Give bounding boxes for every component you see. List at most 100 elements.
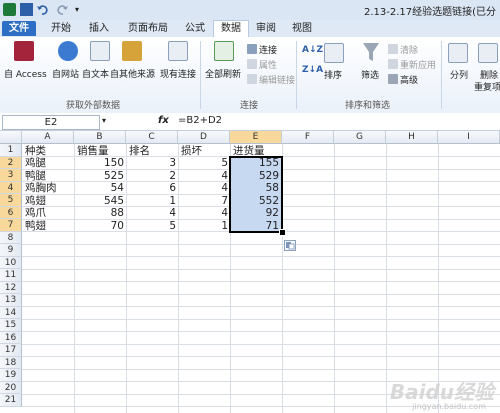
cell-b2[interactable]: 150 <box>74 157 124 169</box>
cell-d1[interactable]: 损坏 <box>181 145 202 157</box>
cell-c6[interactable]: 4 <box>126 207 176 219</box>
cell-a2[interactable]: 鸡腿 <box>25 157 46 169</box>
row-header[interactable]: 13 <box>0 294 22 307</box>
row-header[interactable]: 12 <box>0 281 22 294</box>
cell-a7[interactable]: 鸭翅 <box>25 220 46 232</box>
gridline <box>22 268 500 270</box>
title-bar: ▾ 2.13-2.17经验选题链接(已分 <box>0 0 500 21</box>
column-header-e[interactable]: E <box>230 131 282 144</box>
tab-page-layout[interactable]: 页面布局 <box>122 21 174 36</box>
auto-fill-options-icon[interactable] <box>284 240 296 251</box>
cell-d2[interactable]: 5 <box>178 157 228 169</box>
customize-toolbar-icon[interactable]: ▾ <box>75 3 88 16</box>
fill-handle[interactable] <box>279 229 286 236</box>
column-header-g[interactable]: G <box>334 131 386 144</box>
cell-a3[interactable]: 鸭腿 <box>25 170 46 182</box>
row-header[interactable]: 3 <box>0 169 22 182</box>
cell-c5[interactable]: 1 <box>126 195 176 207</box>
row-header[interactable]: 16 <box>0 331 22 344</box>
row-header[interactable]: 20 <box>0 381 22 394</box>
column-header-d[interactable]: D <box>178 131 230 144</box>
tab-review[interactable]: 审阅 <box>252 21 280 36</box>
cell-c1[interactable]: 排名 <box>129 145 150 157</box>
properties-button[interactable]: 属性 <box>259 58 277 71</box>
row-header[interactable]: 17 <box>0 344 22 357</box>
cell-d6[interactable]: 4 <box>178 207 228 219</box>
from-access-label: 自 Access <box>4 70 47 80</box>
row-header[interactable]: 21 <box>0 394 22 407</box>
row-header[interactable]: 6 <box>0 206 22 219</box>
row-header[interactable]: 10 <box>0 256 22 269</box>
tab-data[interactable]: 数据 <box>213 20 249 38</box>
access-icon <box>14 41 34 61</box>
cell-a5[interactable]: 鸡翅 <box>25 195 46 207</box>
cell-a1[interactable]: 种类 <box>25 145 46 157</box>
edit-links-button[interactable]: 编辑链接 <box>259 73 295 86</box>
cell-b3[interactable]: 525 <box>74 170 124 182</box>
sort-ascending-icon[interactable]: A↓Z <box>302 45 323 55</box>
redo-icon[interactable] <box>56 3 69 16</box>
row-header[interactable]: 4 <box>0 181 22 194</box>
reapply-button[interactable]: 重新应用 <box>400 58 436 71</box>
gridline <box>22 256 500 257</box>
column-header-a[interactable]: A <box>22 131 74 144</box>
row-header[interactable]: 8 <box>0 231 22 244</box>
row-header[interactable]: 2 <box>0 156 22 169</box>
cell-b7[interactable]: 70 <box>74 220 124 232</box>
row-header[interactable]: 18 <box>0 356 22 369</box>
cell-c2[interactable]: 3 <box>126 157 176 169</box>
row-header[interactable]: 19 <box>0 369 22 382</box>
insert-function-icon[interactable]: fx <box>158 115 169 126</box>
cell-d4[interactable]: 4 <box>178 182 228 194</box>
row-header[interactable]: 5 <box>0 194 22 207</box>
row-header[interactable]: 9 <box>0 244 22 257</box>
worksheet-grid[interactable]: A B C D E F G H I 1 2 3 4 5 6 7 8 9 10 1… <box>0 131 500 413</box>
cell-d5[interactable]: 7 <box>178 195 228 207</box>
cell-c7[interactable]: 5 <box>126 220 176 232</box>
watermark-url: jingyan.baidu.com <box>412 402 486 411</box>
column-header-i[interactable]: I <box>438 131 500 144</box>
clear-button[interactable]: 清除 <box>400 43 418 56</box>
column-header-h[interactable]: H <box>386 131 438 144</box>
existing-connections-label: 现有连接 <box>160 70 197 80</box>
row-header[interactable]: 15 <box>0 319 22 332</box>
cell-b1[interactable]: 销售量 <box>77 145 109 157</box>
remove-duplicates-label-2: 重复项 <box>474 83 500 93</box>
advanced-button[interactable]: 高级 <box>400 73 418 86</box>
column-header-f[interactable]: F <box>282 131 334 144</box>
cell-b4[interactable]: 54 <box>74 182 124 194</box>
row-header[interactable]: 7 <box>0 219 22 232</box>
column-header-c[interactable]: C <box>126 131 178 144</box>
connections-button[interactable]: 连接 <box>259 43 277 56</box>
row-header[interactable]: 14 <box>0 306 22 319</box>
cell-a4[interactable]: 鸡胸肉 <box>25 182 57 194</box>
cell-a6[interactable]: 鸡爪 <box>25 207 46 219</box>
cell-d3[interactable]: 4 <box>178 170 228 182</box>
save-icon[interactable] <box>20 3 33 16</box>
formula-input[interactable]: =B2+D2 <box>178 115 222 126</box>
gridline <box>334 144 335 413</box>
sort-descending-icon[interactable]: Z↓A <box>302 65 323 75</box>
select-all-corner[interactable] <box>0 131 22 144</box>
tab-home[interactable]: 开始 <box>46 21 76 36</box>
group-label-external-data: 获取外部数据 <box>66 101 121 111</box>
cell-b6[interactable]: 88 <box>74 207 124 219</box>
tab-view[interactable]: 视图 <box>288 21 316 36</box>
group-separator <box>296 41 297 109</box>
cell-c3[interactable]: 2 <box>126 170 176 182</box>
name-box[interactable]: E2 <box>2 115 100 130</box>
tab-file[interactable]: 文件 <box>2 21 36 36</box>
other-sources-icon <box>122 41 142 61</box>
cell-d7[interactable]: 1 <box>178 220 228 232</box>
row-header[interactable]: 11 <box>0 269 22 282</box>
row-header[interactable]: 1 <box>0 144 22 157</box>
ribbon-tabs: 文件 开始 插入 页面布局 公式 数据 审阅 视图 <box>0 20 500 38</box>
name-box-dropdown-icon[interactable]: ▾ <box>102 116 106 125</box>
cell-c4[interactable]: 6 <box>126 182 176 194</box>
column-header-b[interactable]: B <box>74 131 126 144</box>
tab-formulas[interactable]: 公式 <box>180 21 210 36</box>
properties-icon <box>247 59 257 69</box>
undo-icon[interactable] <box>36 3 49 16</box>
cell-b5[interactable]: 545 <box>74 195 124 207</box>
tab-insert[interactable]: 插入 <box>84 21 114 36</box>
